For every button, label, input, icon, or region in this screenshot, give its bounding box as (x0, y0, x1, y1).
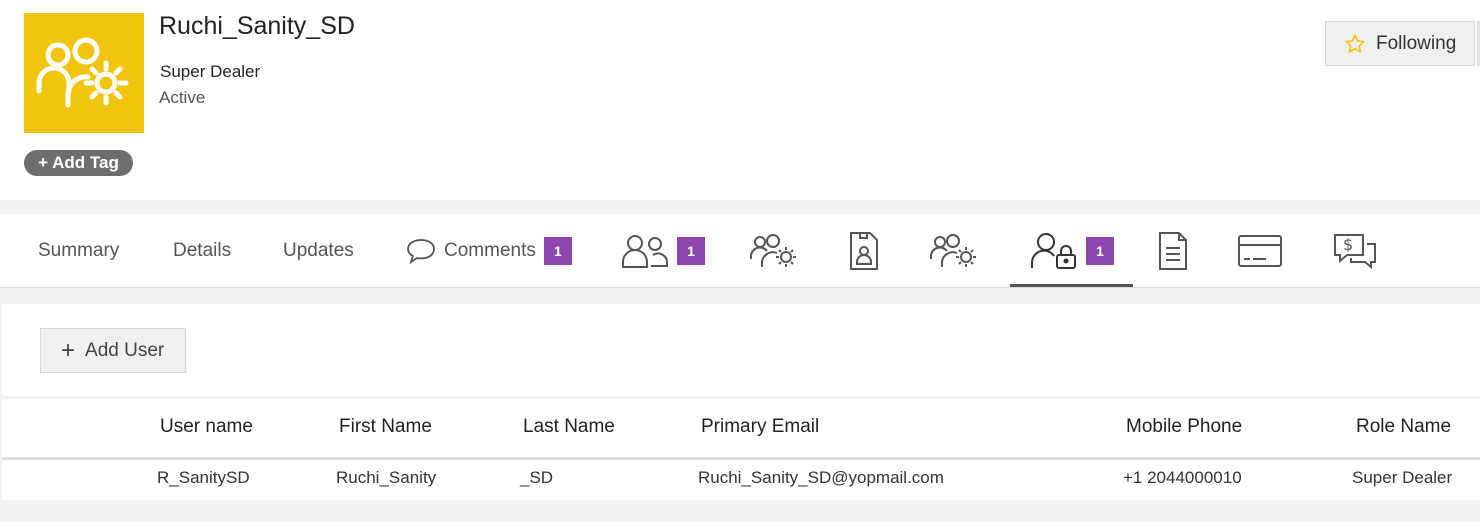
tab-users[interactable]: 1 (621, 214, 705, 287)
tab-updates-label: Updates (283, 239, 354, 261)
cell-user-name: R_SanitySD (157, 468, 250, 487)
comments-badge: 1 (543, 236, 572, 265)
tab-user-access[interactable]: 1 (1010, 214, 1133, 287)
cell-role-name: Super Dealer (1352, 468, 1453, 487)
tab-details[interactable]: Details (173, 214, 231, 287)
entity-status: Active (159, 88, 206, 107)
contact-card-icon (850, 231, 878, 270)
plus-icon: + (61, 336, 76, 364)
column-header-role-name[interactable]: Role Name (1356, 416, 1451, 438)
tab-details-label: Details (173, 239, 232, 261)
tab-billing[interactable]: $ (1332, 214, 1378, 287)
billing-chat-icon: $ (1334, 233, 1376, 269)
column-header-first-name[interactable]: First Name (339, 416, 432, 438)
tab-payment[interactable] (1237, 214, 1283, 287)
tab-comments-label: Comments (444, 239, 536, 261)
header-separator (2, 457, 1480, 460)
add-tag-label: Add Tag (52, 153, 119, 172)
tab-group-settings[interactable] (929, 214, 979, 287)
column-header-user-name[interactable]: User name (160, 416, 253, 438)
cell-primary-email: Ruchi_Sanity_SD@yopmail.com (698, 468, 944, 487)
user-lock-icon (1031, 232, 1076, 269)
star-icon (1345, 33, 1365, 53)
column-header-primary-email[interactable]: Primary Email (701, 416, 819, 438)
credit-card-icon (1238, 234, 1282, 267)
add-user-button[interactable]: + Add User (40, 328, 186, 373)
entity-type: Super Dealer (160, 62, 261, 81)
tab-updates[interactable]: Updates (283, 214, 354, 287)
users-gear-icon (750, 233, 796, 267)
users-panel: + Add User User name First Name Last Nam… (2, 304, 1480, 500)
tab-documents[interactable] (1157, 214, 1189, 287)
following-button[interactable]: Following (1325, 21, 1475, 66)
tab-comments[interactable]: Comments 1 (406, 214, 572, 287)
tab-summary[interactable]: Summary (38, 214, 119, 287)
tab-user-settings[interactable] (749, 214, 799, 287)
users-gear-icon (930, 233, 976, 267)
cell-last-name: _SD (520, 468, 554, 487)
add-tag-button[interactable]: + Add Tag (24, 150, 133, 176)
cell-first-name: Ruchi_Sanity (336, 468, 437, 487)
document-icon (1159, 231, 1187, 270)
user-access-badge: 1 (1086, 236, 1114, 265)
add-user-label: Add User (85, 339, 165, 361)
entity-title: Ruchi_Sanity_SD (159, 12, 355, 40)
cell-mobile-phone: +1 2044000010 (1123, 468, 1242, 487)
plus-icon: + (38, 153, 49, 172)
column-header-mobile-phone[interactable]: Mobile Phone (1126, 416, 1242, 438)
users-badge: 1 (677, 236, 705, 265)
entity-header: Ruchi_Sanity_SD Super Dealer Active + Ad… (0, 0, 1480, 200)
users-icon (622, 234, 668, 268)
speech-bubble-icon (407, 238, 435, 264)
users-gear-icon (36, 37, 129, 108)
following-label: Following (1376, 32, 1457, 54)
svg-text:$: $ (1343, 235, 1353, 254)
tab-bar: Summary Details Updates Comments 1 1 1 $ (0, 214, 1480, 288)
tab-summary-label: Summary (38, 239, 120, 261)
entity-logo (24, 13, 144, 133)
column-header-last-name[interactable]: Last Name (523, 416, 615, 438)
tab-contact[interactable] (848, 214, 880, 287)
grid-separator (2, 396, 1480, 399)
